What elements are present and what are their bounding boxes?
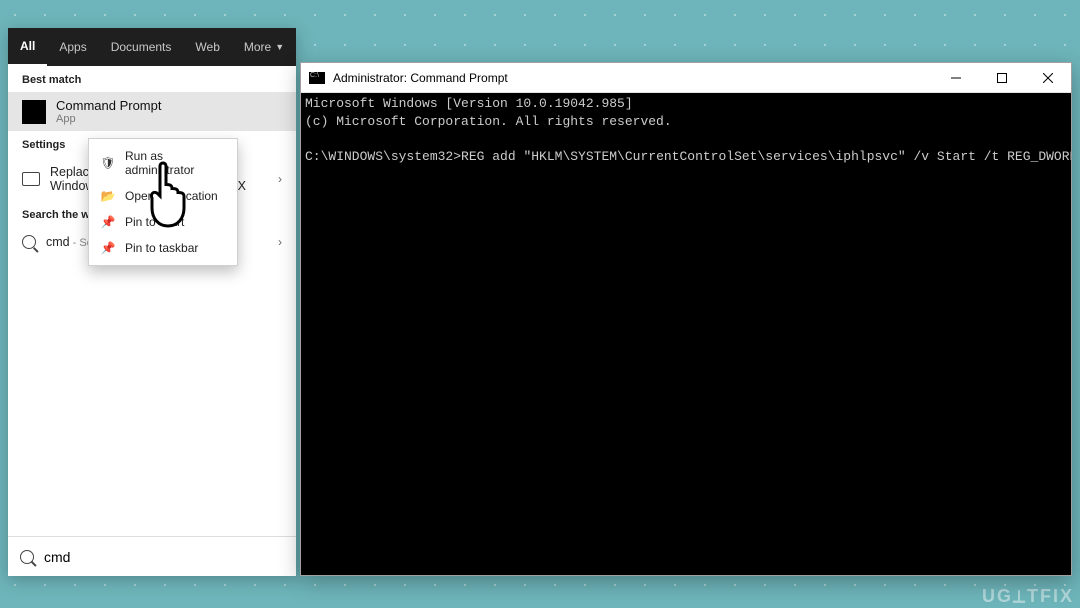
search-input[interactable] (44, 549, 284, 565)
terminal-line: (c) Microsoft Corporation. All rights re… (305, 114, 672, 129)
ctx-open-file-location[interactable]: 📂 Open file location (89, 183, 237, 209)
ctx-run-as-admin[interactable]: 🛡 Run as administrator (89, 143, 237, 183)
display-icon (22, 172, 40, 186)
ctx-label: Open file location (125, 189, 218, 203)
cmd-title-icon (309, 72, 325, 84)
tab-apps[interactable]: Apps (47, 28, 98, 66)
ctx-label: Pin to taskbar (125, 241, 198, 255)
result-title: Command Prompt (56, 98, 161, 113)
pin-icon: 📌 (101, 215, 115, 229)
search-box[interactable] (8, 536, 296, 576)
maximize-button[interactable] (979, 63, 1025, 93)
tab-more[interactable]: More ▼ (232, 28, 296, 66)
minimize-button[interactable] (933, 63, 979, 93)
chevron-right-icon: › (278, 235, 282, 249)
terminal-area[interactable]: Microsoft Windows [Version 10.0.19042.98… (301, 93, 1071, 575)
chevron-down-icon: ▼ (275, 42, 284, 52)
search-icon (22, 235, 36, 249)
cmd-window: Administrator: Command Prompt Microsoft … (300, 62, 1072, 576)
ctx-pin-to-taskbar[interactable]: 📌 Pin to taskbar (89, 235, 237, 261)
folder-icon: 📂 (101, 189, 115, 203)
web-query: cmd (46, 235, 70, 249)
tab-documents[interactable]: Documents (99, 28, 184, 66)
result-command-prompt[interactable]: Command Prompt App (8, 92, 296, 131)
watermark-text: UG⟂TFIX (982, 586, 1074, 607)
window-title: Administrator: Command Prompt (333, 71, 508, 85)
close-button[interactable] (1025, 63, 1071, 93)
label-best-match: Best match (8, 66, 296, 92)
tab-more-label: More (244, 40, 271, 54)
tab-web[interactable]: Web (183, 28, 231, 66)
chevron-right-icon: › (278, 172, 282, 186)
result-subtitle: App (56, 113, 161, 125)
context-menu: 🛡 Run as administrator 📂 Open file locat… (88, 138, 238, 266)
ctx-label: Run as administrator (125, 149, 225, 177)
pin-icon: 📌 (101, 241, 115, 255)
titlebar[interactable]: Administrator: Command Prompt (301, 63, 1071, 93)
terminal-command: REG add "HKLM\SYSTEM\CurrentControlSet\s… (461, 149, 1071, 164)
windows-search-panel: All Apps Documents Web More ▼ Best match… (8, 28, 296, 576)
search-icon (20, 550, 34, 564)
ctx-pin-to-start[interactable]: 📌 Pin to Start (89, 209, 237, 235)
terminal-line: Microsoft Windows [Version 10.0.19042.98… (305, 96, 633, 111)
search-tab-bar: All Apps Documents Web More ▼ (8, 28, 296, 66)
tab-all[interactable]: All (8, 28, 47, 66)
ctx-label: Pin to Start (125, 215, 184, 229)
shield-icon: 🛡 (101, 156, 115, 170)
cmd-app-icon (22, 100, 46, 124)
terminal-prompt: C:\WINDOWS\system32> (305, 149, 461, 164)
